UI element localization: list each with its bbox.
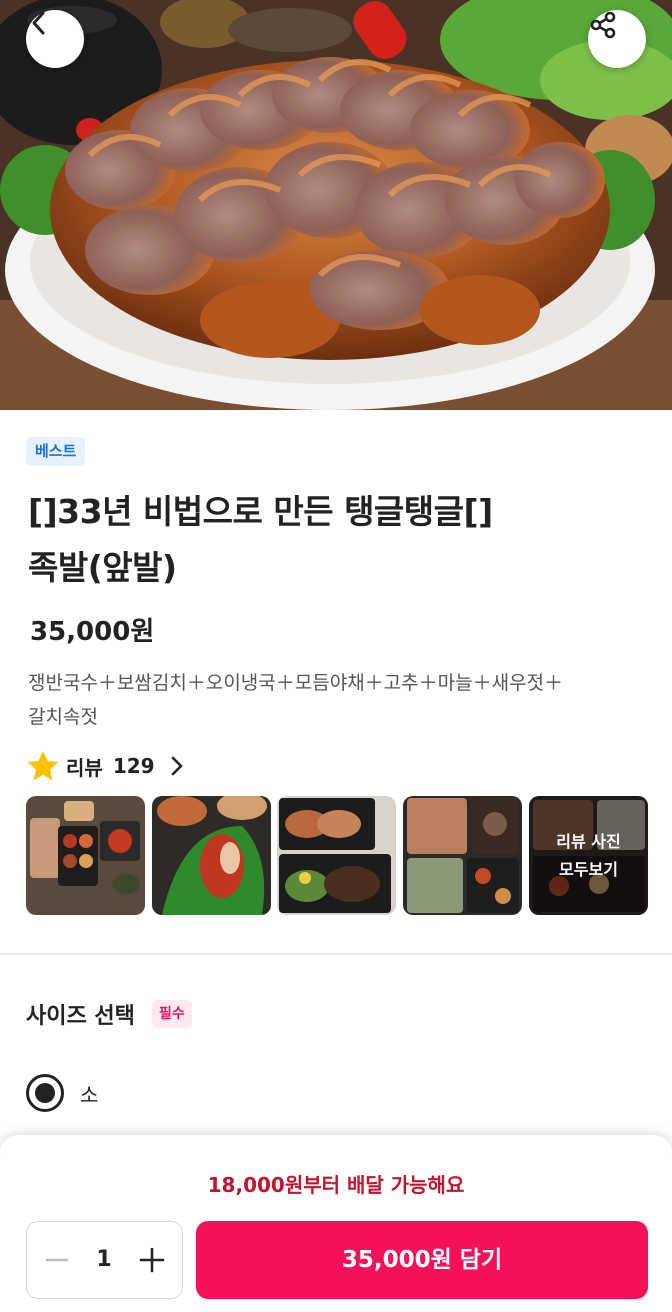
review-photo[interactable] (152, 796, 271, 915)
review-link[interactable]: 리뷰 129 (26, 749, 187, 783)
see-all-review-photos[interactable]: 리뷰 사진 모두보기 (529, 796, 648, 915)
best-badge: 베스트 (26, 437, 86, 466)
size-option-label: 소 (80, 1082, 99, 1107)
decrease-quantity-button[interactable] (31, 1222, 83, 1297)
add-to-cart-button[interactable]: 35,000원 담기 (196, 1221, 648, 1299)
review-photo-strip: 리뷰 사진 모두보기 (26, 796, 648, 915)
share-icon (590, 11, 616, 39)
order-bottom-sheet: 18,000원부터 배달 가능해요 1 35,000원 담기 (0, 1135, 672, 1312)
quantity-stepper: 1 (26, 1221, 183, 1299)
minus-icon (45, 1258, 69, 1261)
min-order-notice: 18,000원부터 배달 가능해요 (207, 1173, 465, 1197)
product-description: 쟁반국수＋보쌈김치＋오이냉국＋모듬야채＋고추＋마늘＋새우젓＋ 갈치속젓 (28, 666, 648, 734)
chevron-right-icon (171, 756, 182, 776)
see-all-label-line1: 리뷰 사진 (556, 831, 621, 851)
back-button[interactable] (26, 10, 84, 68)
product-detail-page: 베스트 []33년 비법으로 만든 탱글탱글[] 족발(앞발) 35,000원 … (0, 0, 672, 1312)
review-photo[interactable] (26, 796, 145, 915)
star-icon (27, 751, 59, 781)
review-count: 129 (112, 754, 155, 778)
pork-hock-illustration (0, 0, 672, 410)
plus-icon (139, 1247, 165, 1272)
review-photo[interactable] (277, 796, 396, 915)
product-title-line1: []33년 비법으로 만든 탱글탱글[] (28, 492, 493, 531)
see-all-label-line2: 모두보기 (559, 859, 618, 879)
share-button[interactable] (588, 10, 646, 68)
product-title: []33년 비법으로 만든 탱글탱글[] 족발(앞발) (28, 484, 648, 596)
radio-selected-icon[interactable] (26, 1074, 64, 1112)
product-description-line2: 갈치속젓 (28, 706, 98, 728)
increase-quantity-button[interactable] (126, 1222, 178, 1297)
review-photo[interactable] (403, 796, 522, 915)
review-label: 리뷰 (66, 755, 103, 780)
required-badge: 필수 (152, 1000, 192, 1028)
product-hero-image (0, 0, 672, 410)
size-section-title: 사이즈 선택 (26, 1004, 135, 1029)
section-divider (0, 953, 672, 955)
chevron-left-icon (32, 11, 45, 35)
quantity-value: 1 (96, 1247, 112, 1272)
product-title-line2: 족발(앞발) (28, 548, 177, 587)
product-description-line1: 쟁반국수＋보쌈김치＋오이냉국＋모듬야채＋고추＋마늘＋새우젓＋ (28, 672, 564, 694)
see-all-overlay: 리뷰 사진 모두보기 (529, 796, 648, 915)
size-option-small[interactable]: 소 (26, 1073, 98, 1113)
product-price: 35,000원 (30, 617, 155, 647)
